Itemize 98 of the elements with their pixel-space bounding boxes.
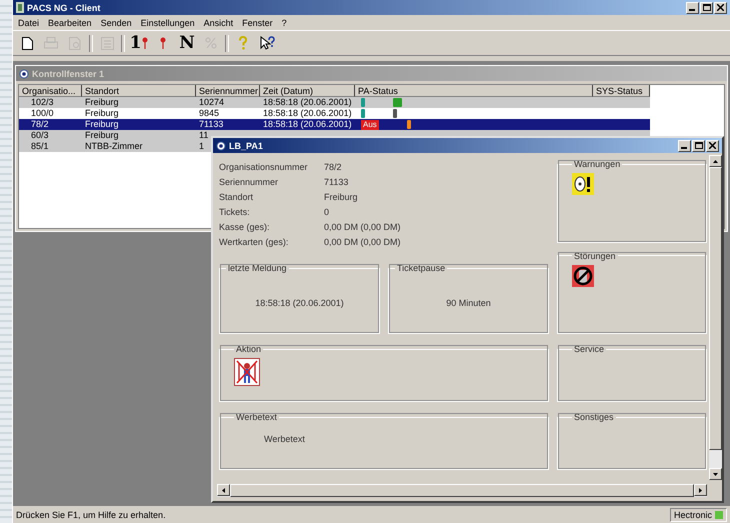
table-cell: NTBB-Zimmer	[85, 141, 142, 151]
ad-text: Werbetext	[264, 434, 305, 444]
field-label: Tickets:	[219, 206, 251, 216]
company-name: Hectronic	[674, 510, 712, 520]
column-header[interactable]: Organisatio...	[19, 85, 82, 97]
minimize-button[interactable]	[686, 2, 699, 14]
group-title: Ticketpause	[396, 263, 446, 273]
close-button[interactable]	[706, 140, 719, 152]
group-title: Service	[573, 344, 606, 354]
new-document-icon	[22, 36, 32, 50]
table-cell: Freiburg	[85, 130, 119, 140]
menu-item[interactable]: Ansicht	[204, 18, 234, 28]
table-cell: Freiburg	[85, 108, 119, 118]
column-header[interactable]: Zeit (Datum)	[260, 85, 355, 97]
group-title: Werbetext	[235, 412, 278, 422]
fault-icon	[572, 264, 594, 286]
preview-icon	[68, 36, 82, 50]
table-cell: 102/3	[31, 97, 54, 107]
arrow-left-icon	[222, 488, 225, 492]
menu-item[interactable]: Senden	[100, 18, 132, 28]
window-title: PACS NG - Client	[27, 2, 102, 12]
scroll-up-button[interactable]	[709, 155, 722, 167]
window-icon	[216, 140, 226, 150]
group-value: 90 Minuten	[446, 298, 491, 308]
group-title: Warnungen	[573, 159, 622, 169]
table-cell: Freiburg	[85, 97, 119, 107]
scroll-left-button[interactable]	[217, 484, 230, 496]
menu-item[interactable]: Bearbeiten	[48, 18, 92, 28]
maximize-button[interactable]	[700, 2, 713, 14]
maximize-icon	[694, 142, 702, 149]
field-value: 0	[324, 206, 330, 216]
minimize-button[interactable]	[678, 140, 691, 152]
window-icon	[19, 68, 29, 78]
app-icon	[16, 2, 24, 13]
close-icon	[717, 4, 724, 11]
table-cell: 60/3	[31, 130, 49, 140]
table-cell: 71133	[199, 119, 224, 129]
field-value: 78/2	[324, 162, 342, 172]
field-label: Wertkarten (ges):	[219, 236, 290, 246]
close-button[interactable]	[714, 2, 727, 14]
menu-item[interactable]: Einstellungen	[140, 18, 195, 28]
menu-item[interactable]: ?	[282, 18, 287, 28]
table-cell: 18:58:18 (20.06.2001)	[263, 97, 352, 107]
scroll-right-button[interactable]	[694, 484, 707, 496]
table-cell: 85/1	[31, 141, 49, 151]
table-cell: 10274	[199, 97, 224, 107]
context-help-icon	[260, 36, 274, 50]
scroll-down-button[interactable]	[709, 468, 722, 480]
table-cell: 18:58:18 (20.06.2001)	[263, 119, 352, 129]
arrow-up-icon	[713, 160, 718, 162]
column-header[interactable]: Standort	[82, 85, 196, 97]
toolbar-button[interactable]: N	[177, 34, 197, 52]
pin-icon	[160, 37, 166, 49]
arrow-right-icon	[699, 488, 702, 492]
warning-icon	[572, 173, 594, 195]
printer-icon	[44, 37, 58, 49]
menu-item[interactable]: Fenster	[242, 18, 273, 28]
column-header[interactable]: PA-Status	[355, 85, 593, 97]
field-value: 71133	[324, 176, 348, 186]
status-message: Drücken Sie F1, um Hilfe zu erhalten.	[16, 510, 167, 520]
table-cell: 1	[199, 141, 204, 151]
group-value: 18:58:18 (20.06.2001)	[255, 298, 344, 308]
table-cell: 18:58:18 (20.06.2001)	[263, 108, 352, 118]
percent-icon	[205, 37, 217, 49]
column-header[interactable]: SYS-Status	[593, 85, 650, 97]
field-value: 0,00 DM (0,00 DM)	[324, 222, 401, 232]
child-title: Kontrollfenster 1	[32, 68, 106, 78]
crossed-worker-icon	[234, 358, 260, 386]
column-header[interactable]: Seriennummer	[196, 85, 260, 97]
dialog-title: LB_PA1	[229, 140, 264, 150]
field-label: Organisationsnummer	[219, 162, 309, 172]
maximize-button[interactable]	[692, 140, 705, 152]
table-cell: 9845	[199, 108, 220, 118]
table-row[interactable]: 78/2 Freiburg 71133 18:58:18 (20.06.2001) Aus	[19, 119, 650, 130]
arrow-down-icon	[713, 472, 718, 476]
table-cell: 78/2	[31, 119, 49, 129]
table-cell: Freiburg	[85, 119, 119, 129]
field-label: Kasse (ges):	[219, 222, 271, 232]
table-cell: 11	[199, 130, 208, 140]
group-title: Störungen	[573, 250, 617, 260]
maximize-icon	[702, 4, 710, 11]
close-icon	[709, 142, 716, 149]
field-label: Seriennummer	[219, 176, 280, 186]
group-title: Aktion	[235, 344, 262, 354]
group-title: Sonstiges	[573, 412, 615, 422]
menu-item[interactable]: Datei	[18, 18, 40, 28]
help-icon	[238, 36, 248, 50]
toolbar-button[interactable]: 1	[129, 34, 149, 52]
status-badge: Aus	[361, 120, 379, 130]
table-row[interactable]: 102/3 Freiburg 10274 18:58:18 (20.06.2001)	[19, 97, 650, 108]
field-label: Standort	[219, 192, 254, 202]
field-value: Freiburg	[324, 192, 358, 202]
table-cell: 100/0	[31, 108, 54, 118]
pin-icon	[142, 37, 148, 49]
field-value: 0,00 DM (0,00 DM)	[324, 236, 401, 246]
list-icon	[100, 36, 114, 50]
connection-icon	[715, 510, 723, 518]
group-title: letzte Meldung	[227, 263, 288, 273]
